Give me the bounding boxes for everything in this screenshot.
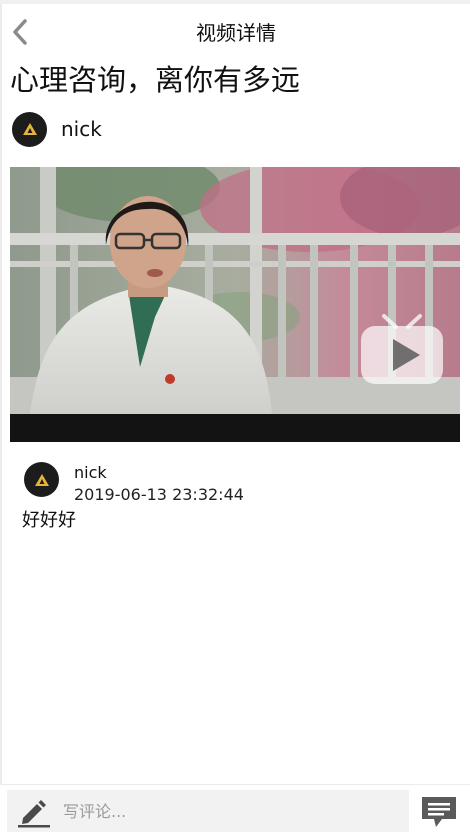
logo-avatar-icon xyxy=(22,123,37,135)
header: 视频详情 xyxy=(2,4,470,58)
bottom-bar xyxy=(0,784,470,840)
logo-avatar-icon xyxy=(34,473,49,486)
article-title: 心理咨询，离你有多远 xyxy=(10,63,301,97)
tv-play-icon[interactable] xyxy=(360,313,444,387)
comment-avatar[interactable] xyxy=(24,462,59,497)
comment-input-box[interactable] xyxy=(7,790,409,832)
author-avatar[interactable] xyxy=(12,111,47,147)
comment-input[interactable] xyxy=(59,790,407,832)
comment-list-icon[interactable] xyxy=(420,795,458,829)
comment-text: 好好好 xyxy=(22,510,76,531)
comment-author: nick xyxy=(74,463,107,482)
author-name: nick xyxy=(61,117,102,141)
author-row[interactable]: nick xyxy=(12,111,102,147)
left-edge xyxy=(0,4,2,839)
video-player[interactable] xyxy=(10,167,460,442)
video-control-bar xyxy=(10,414,460,442)
header-title: 视频详情 xyxy=(196,21,276,45)
comment-timestamp: 2019-06-13 23:32:44 xyxy=(74,485,244,504)
pen-icon xyxy=(18,800,50,828)
